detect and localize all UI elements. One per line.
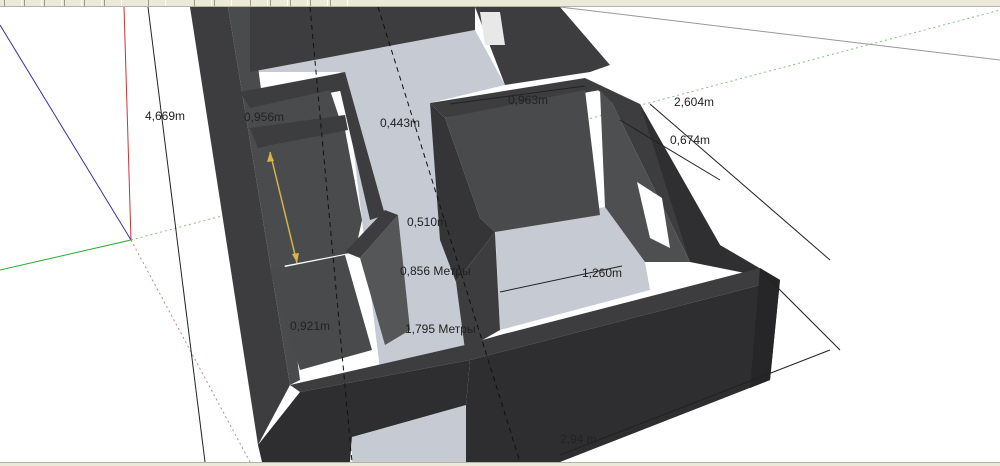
toolbar-button-front[interactable] [290,0,308,6]
dim-label-5: 2,604m [674,95,714,109]
dim-label-9: 1,260m [582,266,622,280]
toolbar-button-select[interactable] [4,0,22,6]
status-bar [0,462,1000,466]
toolbar-button-back[interactable] [330,0,348,6]
toolbar-button-zoom[interactable] [214,0,232,6]
toolbar-button-push-pull[interactable] [64,0,82,6]
toolbar-button-orbit[interactable] [194,0,212,6]
small-room-back-face [258,130,362,268]
dim-label-3: 0,443m [380,116,420,130]
toolbar-button-eraser[interactable] [24,0,42,6]
modeling-app-window: 4,669m 0,956m 0,443m 0,963m 2,604m 0,674… [0,0,1000,466]
toolbar-button-tape[interactable] [104,0,122,6]
dim-label-1: 4,669m [145,109,185,123]
dim-label-6: 0,674m [670,133,710,147]
model-canvas[interactable]: 4,669m 0,956m 0,443m 0,963m 2,604m 0,674… [0,7,1000,462]
dim-label-12: 2,94 m [560,432,597,446]
blue-axis [0,24,132,241]
dim-label-7: 0,510m [407,215,447,229]
dim-label-10: 1,795 Метры [405,322,476,336]
dim-label-2: 0,956m [244,110,284,124]
red-axis [123,7,132,241]
toolbar-button-iso[interactable] [250,0,268,6]
3d-viewport[interactable]: 4,669m 0,956m 0,443m 0,963m 2,604m 0,674… [0,7,1000,462]
green-axis [0,239,132,271]
toolbar-button-pencil[interactable] [44,0,62,6]
toolbar-button-paint[interactable] [148,0,166,6]
toolbar-button-move[interactable] [84,0,102,6]
dim-label-8: 0,856 Метры [400,264,471,278]
dim-line-vertical [147,7,206,462]
dim-label-4: 0,963m [508,93,548,107]
guide-line [559,7,1000,61]
toolbar-button-right[interactable] [310,0,328,6]
toolbar [0,0,1000,7]
toolbar-button-top[interactable] [270,0,288,6]
dim-label-11: 0,921m [290,319,330,333]
